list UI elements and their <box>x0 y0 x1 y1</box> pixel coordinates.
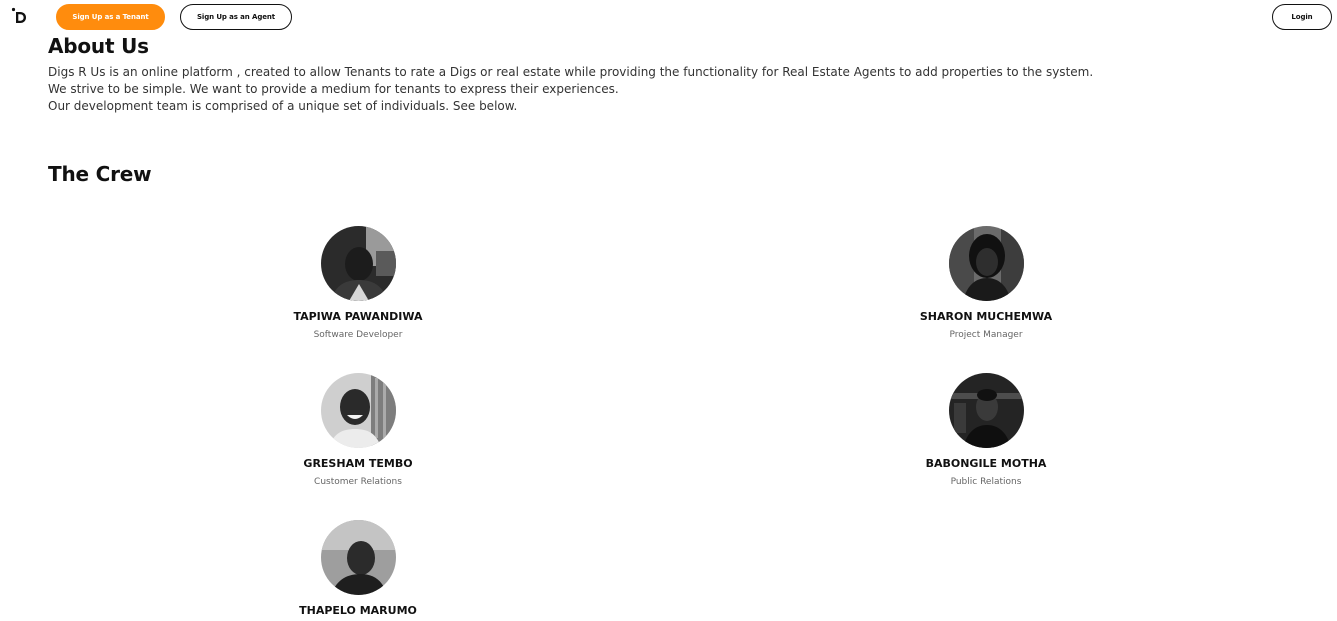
member-name: SHARON MUCHEMWA <box>919 310 1053 323</box>
member-avatar <box>320 520 396 595</box>
about-paragraph: We strive to be simple. We want to provi… <box>48 82 619 96</box>
about-us-text: Digs R Us is an online platform , create… <box>48 64 1093 115</box>
about-us-heading: About Us <box>48 34 149 58</box>
member-role: Public Relations <box>950 477 1022 487</box>
crew-member-card: TAPIWA PAWANDIWA Software Developer <box>248 226 468 340</box>
crew-member-card: GRESHAM TEMBO Customer Relations <box>248 373 468 487</box>
digs-logo-icon[interactable] <box>10 6 30 26</box>
member-avatar <box>320 226 396 301</box>
crew-heading: The Crew <box>48 162 152 186</box>
sign-up-agent-button[interactable]: Sign Up as an Agent <box>180 4 292 30</box>
member-name: GRESHAM TEMBO <box>303 457 413 470</box>
member-avatar <box>948 373 1024 448</box>
member-avatar <box>948 226 1024 301</box>
member-role: Software Developer <box>313 330 403 340</box>
crew-member-card: SHARON MUCHEMWA Project Manager <box>876 226 1096 340</box>
crew-member-card: BABONGILE MOTHA Public Relations <box>876 373 1096 487</box>
member-role: Customer Relations <box>314 477 402 487</box>
crew-member-card: THAPELO MARUMO <box>248 520 468 617</box>
member-name: THAPELO MARUMO <box>299 604 417 617</box>
member-name: TAPIWA PAWANDIWA <box>293 310 423 323</box>
member-name: BABONGILE MOTHA <box>925 457 1047 470</box>
login-button[interactable]: Login <box>1272 4 1332 30</box>
about-paragraph: Digs R Us is an online platform , create… <box>48 65 1094 79</box>
sign-up-tenant-button[interactable]: Sign Up as a Tenant <box>56 4 165 30</box>
top-navigation-bar: Sign Up as a Tenant Sign Up as an Agent … <box>0 0 1337 36</box>
member-avatar <box>320 373 396 448</box>
member-role: Project Manager <box>949 330 1023 340</box>
about-paragraph: Our development team is comprised of a u… <box>48 99 518 113</box>
